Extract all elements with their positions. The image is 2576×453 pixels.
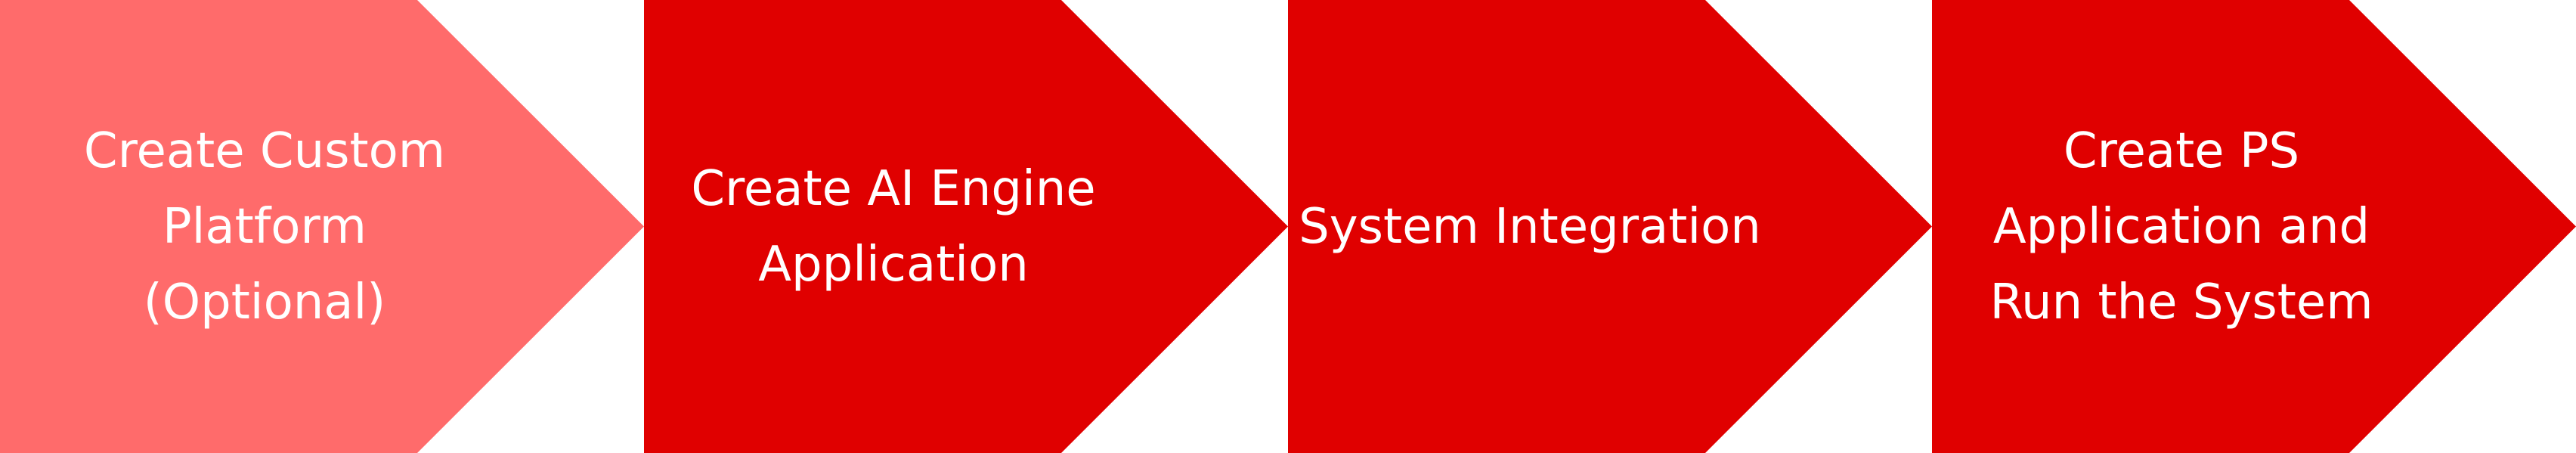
step-create-ai-engine-application: Create AI Engine Application: [644, 0, 1288, 453]
step-2-label: Create AI Engine Application: [691, 160, 1096, 293]
step-1-label: Create Custom Platform (Optional): [83, 123, 446, 330]
step-create-ps-application: Create PS Application and Run the System: [1932, 0, 2576, 453]
step-system-integration: System Integration: [1288, 0, 1932, 453]
step-4-label: Create PS Application and Run the System: [1989, 123, 2373, 330]
step-create-custom-platform: Create Custom Platform (Optional): [0, 0, 644, 453]
step-3-label: System Integration: [1299, 198, 1761, 255]
process-flow: Create Custom Platform (Optional) Create…: [0, 0, 2576, 453]
